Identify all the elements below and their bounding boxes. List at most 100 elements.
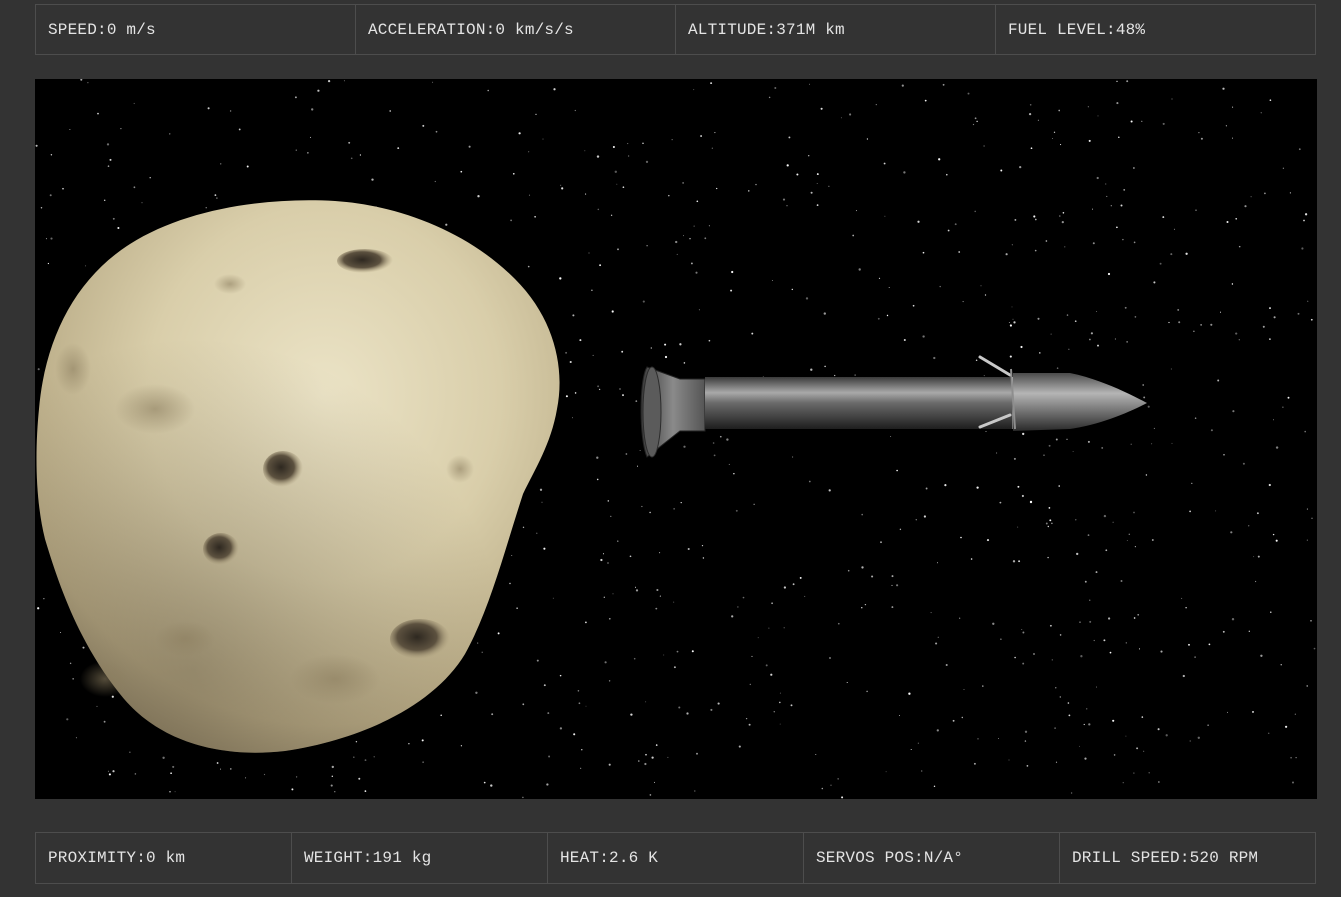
- star: [1018, 560, 1021, 563]
- star: [1066, 438, 1068, 440]
- star: [511, 554, 513, 557]
- star: [673, 601, 675, 603]
- star: [87, 82, 89, 84]
- star: [612, 593, 614, 595]
- star: [1232, 410, 1235, 413]
- star: [921, 770, 923, 772]
- star: [1087, 106, 1089, 108]
- star: [1052, 138, 1053, 139]
- star: [432, 81, 434, 83]
- star: [1030, 147, 1033, 150]
- star: [1116, 226, 1118, 229]
- star: [735, 509, 738, 512]
- star: [1021, 629, 1023, 630]
- star: [1097, 115, 1099, 117]
- star: [1289, 192, 1291, 194]
- star: [1014, 218, 1017, 221]
- star: [1009, 324, 1013, 327]
- star: [1079, 621, 1081, 623]
- star: [1118, 136, 1120, 138]
- star: [858, 268, 861, 271]
- star: [295, 149, 297, 151]
- scene-canvas[interactable]: [35, 79, 1317, 799]
- star: [612, 145, 615, 149]
- star: [1230, 531, 1233, 534]
- star: [1029, 500, 1033, 504]
- star: [642, 300, 645, 303]
- star: [1090, 332, 1093, 335]
- star: [627, 143, 629, 145]
- star: [561, 187, 564, 190]
- star: [1054, 727, 1056, 729]
- proximity-value: 0 km: [146, 849, 186, 867]
- star: [1021, 494, 1024, 498]
- star: [106, 143, 110, 146]
- star: [645, 160, 649, 164]
- star: [954, 223, 957, 226]
- star: [475, 691, 478, 694]
- star: [975, 359, 978, 362]
- star: [701, 544, 704, 547]
- star: [1248, 630, 1250, 632]
- star: [645, 701, 647, 703]
- star: [1029, 104, 1032, 106]
- star: [621, 350, 624, 353]
- scene-viewport[interactable]: [35, 79, 1317, 799]
- star: [771, 280, 773, 281]
- star: [477, 195, 480, 198]
- star: [1227, 711, 1228, 713]
- star: [1125, 735, 1127, 737]
- star: [1226, 220, 1229, 224]
- star: [1260, 112, 1262, 114]
- star: [460, 745, 463, 747]
- star: [359, 154, 362, 156]
- star: [1137, 613, 1140, 616]
- star: [899, 715, 901, 717]
- star: [596, 155, 600, 158]
- star: [317, 89, 320, 92]
- star: [1253, 556, 1255, 558]
- star: [1171, 98, 1173, 100]
- star: [1060, 144, 1062, 146]
- star: [753, 503, 755, 505]
- telemetry-bar-top: SPEED: 0 m/s ACCELERATION: 0 km/s/s ALTI…: [35, 4, 1316, 55]
- star: [1000, 169, 1003, 172]
- star: [1070, 792, 1073, 794]
- star: [1089, 338, 1091, 341]
- star: [1048, 507, 1051, 509]
- star: [748, 723, 751, 726]
- star: [742, 596, 745, 599]
- star: [597, 385, 600, 388]
- star: [627, 155, 630, 157]
- star: [1189, 740, 1191, 742]
- star: [664, 343, 667, 346]
- star: [1178, 321, 1181, 324]
- star: [678, 706, 681, 709]
- star: [977, 738, 979, 740]
- star: [861, 607, 863, 609]
- star: [1076, 552, 1079, 556]
- star: [960, 536, 962, 539]
- star: [689, 237, 691, 240]
- star: [1133, 617, 1136, 619]
- star: [216, 197, 218, 199]
- star: [512, 172, 515, 175]
- star: [1047, 525, 1050, 528]
- star: [50, 237, 53, 240]
- star: [535, 113, 537, 115]
- star: [481, 651, 483, 653]
- star: [1223, 454, 1225, 456]
- star: [580, 767, 582, 769]
- star: [1310, 619, 1312, 622]
- star: [559, 674, 562, 677]
- star: [1116, 102, 1119, 105]
- star: [1043, 454, 1045, 456]
- star: [69, 129, 71, 131]
- star: [1124, 306, 1127, 309]
- star: [1185, 607, 1187, 609]
- star: [673, 508, 675, 510]
- star: [516, 607, 518, 609]
- star: [1188, 643, 1190, 646]
- star: [837, 622, 840, 625]
- star: [1092, 208, 1093, 210]
